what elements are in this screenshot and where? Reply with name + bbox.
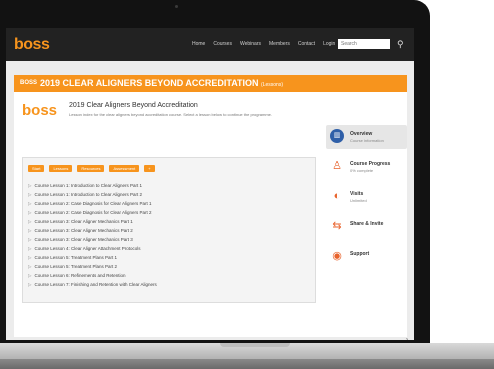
play-icon: ▷	[28, 219, 32, 224]
sidebar-item-sub: Course information	[350, 138, 384, 143]
nav-link-login[interactable]: Login	[323, 41, 335, 47]
sidebar-item-support[interactable]: ◉ Support	[326, 245, 407, 269]
play-icon: ▷	[28, 273, 32, 278]
laptop-notch	[220, 343, 290, 347]
play-icon: ▷	[28, 255, 32, 260]
lesson-list: ▷ Course Lesson 1: Introduction to Clear …	[28, 181, 157, 289]
nav-link-members[interactable]: Members	[269, 41, 290, 47]
webcam-icon	[175, 5, 178, 8]
sidebar-item-overview[interactable]: ▥ Overview Course information	[326, 125, 407, 149]
lesson-item[interactable]: ▷ Course Lesson 3: Clear Aligner Mechanic…	[28, 217, 157, 226]
lesson-item[interactable]: ▷ Course Lesson 4: Clear Aligner Attachme…	[28, 244, 157, 253]
course-title: 2019 Clear Aligners Beyond Accreditation	[69, 102, 198, 109]
course-tabs: Start Lessons Resources Assessment +	[28, 165, 155, 172]
scroll-arrow-icon[interactable]: ›	[406, 337, 408, 340]
laptop-base-edge	[0, 359, 494, 369]
lesson-item[interactable]: ▷ Course Lesson 3: Clear Aligner Mechanic…	[28, 235, 157, 244]
banner-title: 2019 CLEAR ALIGNERS BEYOND ACCREDITATION…	[40, 78, 283, 88]
play-icon: ▷	[28, 246, 32, 251]
lesson-title: Course Lesson 3: Clear Aligner Mechanics…	[34, 219, 133, 224]
play-icon: ▷	[28, 237, 32, 242]
sidebar-item-sub: 0% complete	[350, 168, 374, 173]
lesson-title: Course Lesson 4: Clear Aligner Attachmen…	[34, 246, 141, 251]
course-logo: boss	[22, 102, 58, 119]
sidebar-item-share[interactable]: ⇆ Share & Invite	[326, 215, 407, 239]
lesson-title: Course Lesson 5: Treatment Plans Part 1	[34, 255, 118, 260]
person-icon: ♙	[332, 160, 342, 172]
lesson-item[interactable]: ▷ Course Lesson 1: Introduction to Clear …	[28, 190, 157, 199]
sidebar-item-label: Visits	[350, 191, 364, 197]
nav-link-webinars[interactable]: Webinars	[240, 41, 261, 47]
sidebar-item-label: Course Progress	[350, 161, 391, 167]
tab-lessons[interactable]: Lessons	[49, 165, 73, 172]
lesson-item[interactable]: ▷ Course Lesson 7: Finishing and Retentio…	[28, 280, 157, 289]
lesson-item[interactable]: ▷ Course Lesson 1: Introduction to Clear …	[28, 181, 157, 190]
tab-start[interactable]: Start	[28, 165, 45, 172]
sidebar-item-visits[interactable]: ◐ Visits Unlimited	[326, 185, 407, 209]
main-content: BOSS 2019 CLEAR ALIGNERS BEYOND ACCREDIT…	[14, 75, 408, 340]
lesson-item[interactable]: ▷ Course Lesson 5: Treatment Plans Part 1	[28, 253, 157, 262]
course-description: Lesson index for the clear aligners beyo…	[69, 112, 273, 117]
play-icon: ▷	[28, 192, 32, 197]
sidebar-item-label: Overview	[350, 131, 373, 137]
lesson-item[interactable]: ▷ Course Lesson 6: Refinements and Retent…	[28, 271, 157, 280]
share-icon: ⇆	[332, 220, 342, 232]
sidebar-item-label: Share & Invite	[350, 221, 384, 227]
lessons-panel: Start Lessons Resources Assessment + ▷ Co…	[22, 157, 316, 303]
lesson-title: Course Lesson 6: Refinements and Retenti…	[34, 273, 126, 278]
lesson-item[interactable]: ▷ Course Lesson 3: Clear Aligner Mechanic…	[28, 226, 157, 235]
lesson-title: Course Lesson 5: Treatment Plans Part 2	[34, 264, 118, 269]
lesson-title: Course Lesson 7: Finishing and Retention…	[34, 282, 157, 287]
site-logo[interactable]: boss	[14, 36, 50, 54]
top-navigation: boss Home Courses Webinars Members Conta…	[6, 28, 414, 61]
lesson-title: Course Lesson 1: Introduction to Clear A…	[34, 192, 143, 197]
nav-links: Home Courses Webinars Members Contact Lo…	[192, 41, 335, 47]
tab-resources[interactable]: Resources	[77, 165, 105, 172]
banner-tag: BOSS	[20, 80, 38, 86]
play-icon: ▷	[28, 228, 32, 233]
eye-icon: ◐	[333, 190, 341, 202]
nav-link-contact[interactable]: Contact	[298, 41, 315, 47]
lesson-item[interactable]: ▷ Course Lesson 2: Case Diagnosis for Cle…	[28, 208, 157, 217]
lesson-item[interactable]: ▷ Course Lesson 5: Treatment Plans Part 2	[28, 262, 157, 271]
lesson-title: Course Lesson 2: Case Diagnosis for Clea…	[34, 210, 152, 215]
lesson-title: Course Lesson 1: Introduction to Clear A…	[34, 183, 143, 188]
nav-link-home[interactable]: Home	[192, 41, 205, 47]
sidebar-item-label: Support	[350, 251, 370, 257]
lesson-title: Course Lesson 3: Clear Aligner Mechanics…	[34, 228, 133, 233]
tab-assessment[interactable]: Assessment	[109, 165, 140, 172]
banner-title-text: 2019 CLEAR ALIGNERS BEYOND ACCREDITATION	[40, 78, 259, 88]
support-icon: ◉	[332, 250, 342, 262]
play-icon: ▷	[28, 282, 32, 287]
play-icon: ▷	[28, 210, 32, 215]
sidebar-item-sub: Unlimited	[350, 198, 367, 203]
course-sidebar: ▥ Overview Course information ♙ Course P…	[326, 125, 407, 275]
nav-link-courses[interactable]: Courses	[213, 41, 232, 47]
banner-subtitle: (Lessons)	[261, 82, 283, 88]
course-banner: BOSS 2019 CLEAR ALIGNERS BEYOND ACCREDIT…	[14, 75, 407, 92]
tab-more[interactable]: +	[144, 165, 155, 172]
play-icon: ▷	[28, 264, 32, 269]
lesson-title: Course Lesson 3: Clear Aligner Mechanics…	[34, 237, 133, 242]
sidebar-item-progress[interactable]: ♙ Course Progress 0% complete	[326, 155, 407, 179]
play-icon: ▷	[28, 201, 32, 206]
play-icon: ▷	[28, 183, 32, 188]
search-icon[interactable]: ⚲	[397, 39, 404, 49]
search-input[interactable]	[338, 39, 390, 49]
lesson-title: Course Lesson 2: Case Diagnosis for Clea…	[34, 201, 152, 206]
building-icon: ▥	[330, 129, 344, 143]
laptop-screen: boss Home Courses Webinars Members Conta…	[6, 28, 414, 340]
laptop-bezel: boss Home Courses Webinars Members Conta…	[0, 0, 430, 343]
lesson-item[interactable]: ▷ Course Lesson 2: Case Diagnosis for Cle…	[28, 199, 157, 208]
